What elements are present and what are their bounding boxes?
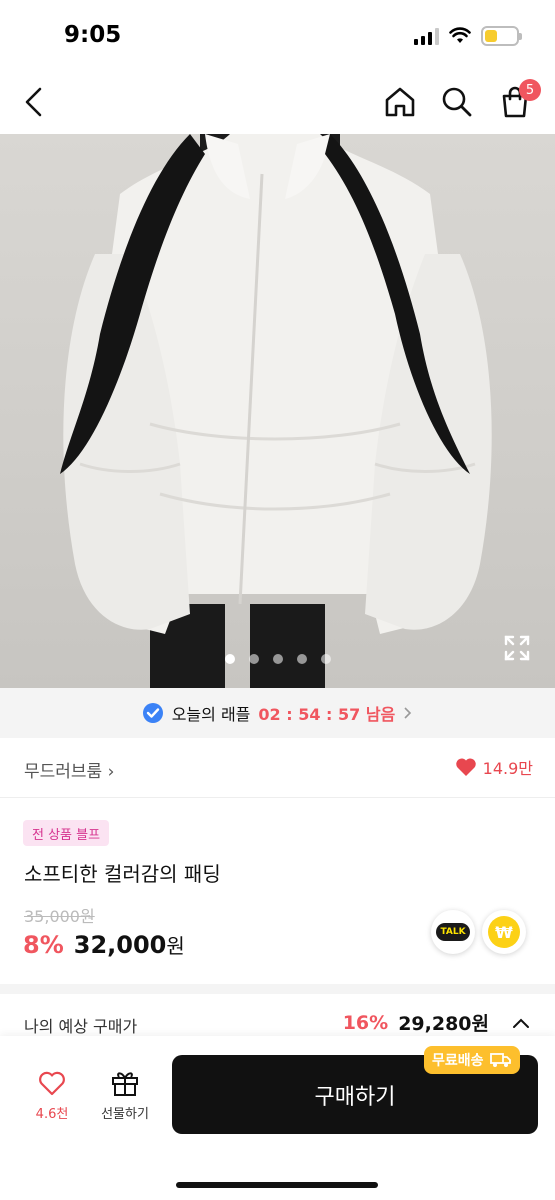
expand-icon[interactable] xyxy=(503,634,531,662)
truck-icon xyxy=(489,1053,511,1067)
free-shipping-label: 무료배송 xyxy=(432,1053,484,1069)
expected-discount: 16% xyxy=(342,1011,389,1034)
top-nav: 5 xyxy=(0,72,555,134)
seller-name-link[interactable]: 무드러브룸 › xyxy=(24,757,114,782)
signal-icon xyxy=(414,27,439,45)
status-icons xyxy=(414,26,522,46)
expected-price: 16% 29,280원 xyxy=(343,1009,531,1036)
price-row: 8% 32,000원 xyxy=(23,930,185,959)
carousel-dot[interactable] xyxy=(272,654,283,664)
like-button[interactable]: 14.9만 xyxy=(455,755,533,779)
cart-button[interactable]: 5 xyxy=(495,79,541,122)
wifi-icon xyxy=(449,27,471,43)
promo-badge: 전 상품 블프 xyxy=(23,820,110,846)
raffle-countdown: 02 : 54 : 57 남음 xyxy=(258,705,396,724)
heart-filled-icon xyxy=(455,758,476,776)
cart-count-badge: 5 xyxy=(519,79,541,101)
raffle-banner[interactable]: 오늘의 래플 02 : 54 : 57 남음 xyxy=(0,688,555,738)
section-divider xyxy=(0,984,555,994)
expected-price-label: 나의 예상 구매가 xyxy=(24,1017,138,1036)
free-shipping-badge: 무료배송 xyxy=(424,1046,520,1074)
like-count: 14.9만 xyxy=(482,759,533,778)
status-bar: 9:05 xyxy=(0,0,555,72)
home-indicator xyxy=(176,1182,378,1188)
carousel-dot[interactable] xyxy=(224,654,235,664)
sale-price: 32,000원 xyxy=(74,930,185,959)
status-time: 9:05 xyxy=(64,22,122,48)
carousel-dot[interactable] xyxy=(320,654,331,664)
product-photo xyxy=(60,134,492,688)
wishlist-button[interactable]: 4.6천 xyxy=(24,1071,80,1122)
sale-price-value: 32,000 xyxy=(73,931,167,959)
carousel-dot[interactable] xyxy=(296,654,307,664)
product-image[interactable] xyxy=(0,134,555,688)
product-title: 소프티한 컬러감의 패딩 xyxy=(24,862,221,886)
chevron-right-icon xyxy=(404,707,412,719)
expected-price-value: 29,280원 xyxy=(398,1013,489,1035)
home-icon xyxy=(385,87,415,117)
discount-rate: 8% xyxy=(23,931,64,959)
home-button[interactable] xyxy=(380,82,420,122)
wishlist-count: 4.6천 xyxy=(35,1107,69,1122)
chevron-up-icon[interactable] xyxy=(511,1016,531,1030)
verified-check-icon xyxy=(142,703,163,723)
gift-icon xyxy=(112,1072,138,1096)
search-button[interactable] xyxy=(437,82,477,122)
raffle-label: 오늘의 래플 xyxy=(171,705,251,724)
search-icon xyxy=(442,87,472,117)
kakao-pay-button[interactable]: ₩ xyxy=(482,910,526,954)
gift-label: 선물하기 xyxy=(101,1107,149,1122)
price-unit: 원 xyxy=(166,934,185,958)
kakao-talk-share-button[interactable]: TALK xyxy=(431,910,475,954)
talk-icon: TALK xyxy=(436,923,470,941)
carousel-dot[interactable] xyxy=(248,654,259,664)
original-price: 35,000원 xyxy=(24,907,95,926)
chevron-left-icon xyxy=(25,87,42,117)
bottom-action-bar: 4.6천 선물하기 구매하기 무료배송 xyxy=(0,1036,555,1200)
seller-row: 무드러브룸 › 14.9만 xyxy=(0,738,555,798)
heart-outline-icon xyxy=(39,1071,65,1096)
battery-icon xyxy=(481,26,522,46)
carousel-dots xyxy=(0,654,555,664)
back-button[interactable] xyxy=(14,82,54,122)
gift-button[interactable]: 선물하기 xyxy=(92,1069,158,1122)
won-coin-icon: ₩ xyxy=(488,916,520,948)
